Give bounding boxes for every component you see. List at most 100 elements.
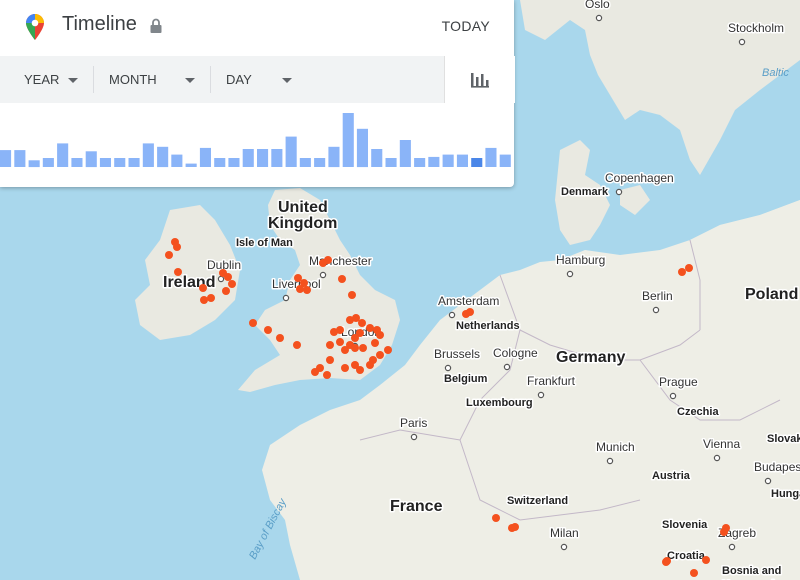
visit-marker[interactable] [359,344,367,352]
visit-marker[interactable] [356,366,364,374]
histogram-bar[interactable] [28,160,40,168]
map-label: Bosnia and [722,565,781,577]
visit-marker[interactable] [173,243,181,251]
city-dot [764,477,772,485]
histogram-bar[interactable] [399,140,411,167]
visit-marker[interactable] [366,324,374,332]
visit-marker[interactable] [720,528,728,536]
histogram-bar[interactable] [414,158,426,167]
visit-marker[interactable] [323,371,331,379]
histogram-bar[interactable] [485,147,497,167]
histogram-bar[interactable] [456,154,468,167]
visit-marker[interactable] [678,268,686,276]
city-dot [319,271,327,279]
visit-marker[interactable] [466,308,474,316]
histogram-bar[interactable] [71,158,83,167]
histogram-bar[interactable] [42,158,54,167]
visit-marker[interactable] [296,285,304,293]
visit-marker[interactable] [351,344,359,352]
histogram-bar[interactable] [57,143,69,167]
visit-marker[interactable] [319,259,327,267]
histogram-bar[interactable] [99,158,111,167]
day-select[interactable]: DAY [226,56,301,103]
visit-marker[interactable] [336,338,344,346]
histogram-bar[interactable] [242,149,254,167]
year-select[interactable]: YEAR [24,56,84,103]
histogram-bar[interactable] [499,154,511,167]
visit-marker[interactable] [303,286,311,294]
visit-marker[interactable] [662,558,670,566]
visit-marker[interactable] [276,334,284,342]
city-dot [448,311,456,319]
histogram-bar[interactable] [171,154,183,167]
histogram-bar[interactable] [442,154,454,167]
visit-marker[interactable] [685,264,693,272]
visit-marker[interactable] [376,351,384,359]
histogram-bar[interactable] [214,158,226,167]
map-label: Stockholm [728,21,784,35]
histogram-bar[interactable] [371,149,383,167]
chevron-down-icon [185,78,195,83]
visit-marker[interactable] [338,275,346,283]
visit-marker[interactable] [690,569,698,577]
histogram-bar[interactable] [128,158,140,167]
histogram-bar[interactable] [0,150,12,167]
histogram-bar[interactable] [299,158,311,167]
histogram-bar[interactable] [328,146,340,168]
today-button[interactable]: TODAY [442,18,490,34]
visit-histogram[interactable] [0,103,514,187]
histogram-bar[interactable] [314,158,326,167]
histogram-bar[interactable] [142,143,154,167]
map-label: France [390,498,443,515]
visit-marker[interactable] [351,334,359,342]
visit-marker[interactable] [228,280,236,288]
visit-marker[interactable] [358,319,366,327]
visit-marker[interactable] [326,341,334,349]
visit-marker[interactable] [336,326,344,334]
visit-marker[interactable] [207,294,215,302]
visit-marker[interactable] [224,273,232,281]
visit-marker[interactable] [341,346,349,354]
city-dot [537,391,545,399]
visit-marker[interactable] [511,523,519,531]
visit-marker[interactable] [341,364,349,372]
city-dot [566,270,574,278]
visit-marker[interactable] [199,284,207,292]
histogram-bar[interactable] [285,136,297,167]
histogram-bar[interactable] [114,158,126,167]
histogram-bar[interactable] [228,158,240,167]
histogram-bar[interactable] [385,158,397,167]
visit-marker[interactable] [702,556,710,564]
histogram-bar[interactable] [471,158,483,167]
visit-marker[interactable] [371,339,379,347]
visit-marker[interactable] [492,514,500,522]
visit-marker[interactable] [222,287,230,295]
histogram-bar[interactable] [271,149,283,167]
toggle-chart-button[interactable] [444,56,515,103]
month-select-label: MONTH [109,72,157,87]
visit-marker[interactable] [348,291,356,299]
visit-marker[interactable] [326,356,334,364]
histogram-bar[interactable] [85,151,97,168]
map-label: Budapes [754,460,800,474]
histogram-bar[interactable] [356,128,368,168]
visit-marker[interactable] [311,368,319,376]
visit-marker[interactable] [366,361,374,369]
histogram-bar[interactable] [199,147,211,167]
visit-marker[interactable] [293,341,301,349]
visit-marker[interactable] [264,326,272,334]
visit-marker[interactable] [376,331,384,339]
visit-marker[interactable] [200,296,208,304]
visit-marker[interactable] [165,251,173,259]
histogram-bar[interactable] [157,146,169,168]
histogram-bar[interactable] [342,113,354,167]
visit-marker[interactable] [249,319,257,327]
month-select[interactable]: MONTH [109,56,199,103]
visit-marker[interactable] [174,268,182,276]
histogram-bar[interactable] [14,150,26,167]
histogram-bar[interactable] [257,149,269,167]
visit-marker[interactable] [384,346,392,354]
histogram-bar[interactable] [428,156,440,167]
city-dot [410,433,418,441]
histogram-bar[interactable] [185,163,197,167]
